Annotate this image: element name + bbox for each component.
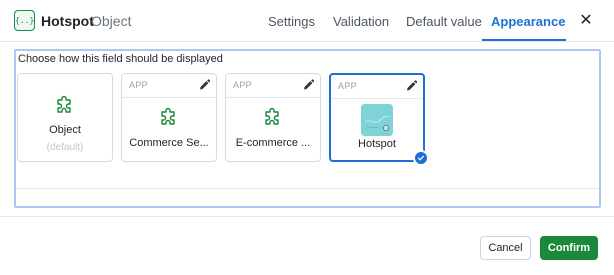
option-card-header: APP <box>122 74 216 98</box>
confirm-button[interactable]: Confirm <box>540 236 598 260</box>
field-name: Hotspot <box>41 13 94 29</box>
tab-validation[interactable]: Validation <box>333 14 389 29</box>
hotspot-preview-icon <box>361 104 393 136</box>
hotspot-thumbnail <box>361 104 393 136</box>
option-label: E-commerce ... <box>235 137 311 149</box>
field-type: Object <box>91 13 132 29</box>
puzzle-icon <box>57 95 71 113</box>
option-card-ecommerce[interactable]: APP E-commerce ... <box>225 73 321 162</box>
object-field-icon: {..} <box>14 10 35 31</box>
pencil-icon[interactable] <box>302 78 314 92</box>
active-tab-indicator <box>482 39 566 41</box>
option-card-hotspot[interactable]: APP Hotspot <box>329 73 429 166</box>
footer-divider <box>0 216 614 217</box>
appearance-prompt: Choose how this field should be displaye… <box>18 53 223 65</box>
puzzle-icon <box>161 107 175 125</box>
option-card-object[interactable]: Object (default) <box>17 73 113 162</box>
app-tag: APP <box>338 81 357 91</box>
panel-divider <box>16 188 599 189</box>
tab-appearance[interactable]: Appearance <box>491 14 565 29</box>
puzzle-icon <box>265 107 279 125</box>
dialog-header: {..} Hotspot Object Settings Validation … <box>0 0 614 42</box>
option-card-header: APP <box>226 74 320 98</box>
pencil-icon[interactable] <box>405 79 417 93</box>
option-sublabel: (default) <box>46 142 84 153</box>
option-label: Hotspot <box>358 138 396 150</box>
tab-settings[interactable]: Settings <box>268 14 315 29</box>
app-tag: APP <box>233 80 252 90</box>
option-label: Commerce Se... <box>129 137 209 149</box>
pencil-icon[interactable] <box>198 78 210 92</box>
option-label: Object <box>49 124 81 136</box>
app-tag: APP <box>129 80 148 90</box>
tab-default-value[interactable]: Default value <box>406 14 482 29</box>
option-card-header: APP <box>331 75 423 99</box>
appearance-panel: Choose how this field should be displaye… <box>14 49 601 208</box>
checkmark-icon <box>413 150 429 166</box>
close-icon[interactable]: ✕ <box>577 11 595 31</box>
option-card-commerce[interactable]: APP Commerce Se... <box>121 73 217 162</box>
cancel-button[interactable]: Cancel <box>480 236 531 260</box>
